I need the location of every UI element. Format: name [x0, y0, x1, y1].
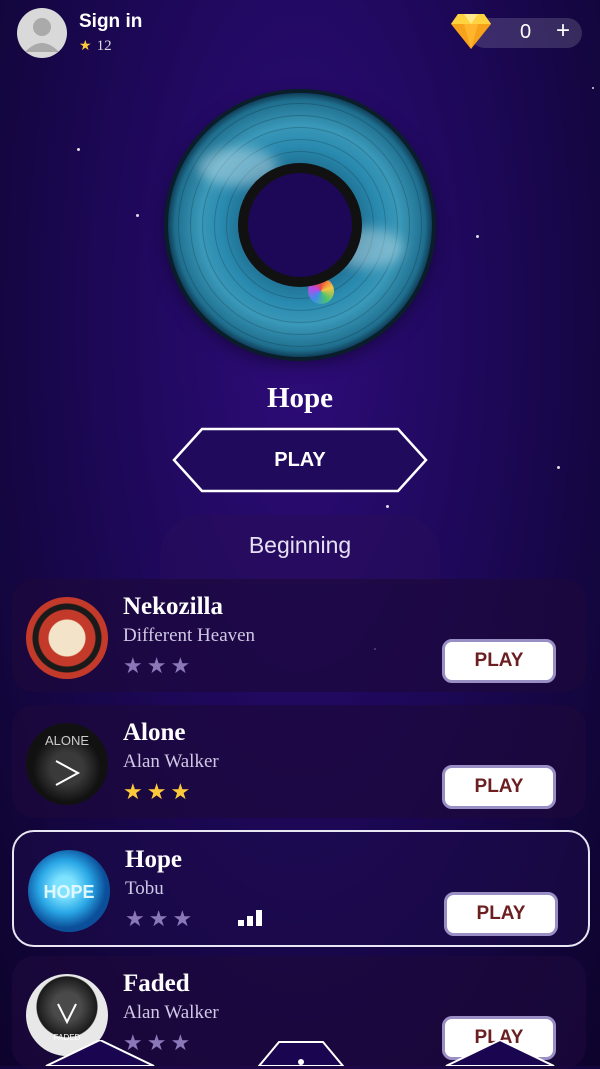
song-cover: [26, 597, 108, 679]
song-title: Hope: [125, 846, 182, 873]
gem-icon: [450, 12, 492, 55]
star-icon: ★: [172, 906, 197, 931]
bars-icon: [238, 906, 268, 926]
balloon-icon: [308, 278, 334, 304]
song-artist: Different Heaven: [123, 625, 256, 646]
album-disc: [168, 93, 432, 357]
star-icon: ★: [148, 906, 173, 931]
nav-tab-home[interactable]: [257, 1040, 345, 1066]
song-cover: HOPE: [28, 850, 110, 932]
song-title: Faded: [123, 970, 190, 997]
svg-text:HOPE: HOPE: [43, 882, 94, 902]
play-button[interactable]: PLAY: [442, 639, 556, 683]
star-rating: ★★★: [123, 653, 194, 679]
avatar-icon: [25, 18, 59, 52]
nav-tab-left[interactable]: [44, 1040, 156, 1066]
star-count: 12: [96, 38, 112, 54]
song-artist: Tobu: [125, 878, 164, 899]
song-cover: ALONE: [26, 723, 108, 805]
star-total: ★ 12: [79, 38, 112, 55]
play-button[interactable]: PLAY: [444, 892, 558, 936]
featured-play-button[interactable]: PLAY: [172, 427, 428, 493]
gem-count: 0: [520, 21, 532, 43]
song-row[interactable]: Nekozilla Different Heaven ★★★ PLAY: [12, 579, 586, 692]
star-icon: ★: [170, 779, 195, 804]
star-icon: ★: [146, 653, 171, 678]
star-icon: ★: [79, 39, 92, 54]
star-icon: ★: [123, 653, 147, 678]
nav-tab-right[interactable]: [444, 1040, 556, 1066]
song-row[interactable]: ALONE Alone Alan Walker ★★★ PLAY: [12, 705, 586, 818]
star-icon: ★: [170, 1030, 195, 1055]
star-rating: ★★★: [125, 906, 196, 932]
song-title: Nekozilla: [123, 593, 223, 620]
svg-text:ALONE: ALONE: [45, 733, 89, 748]
star-icon: ★: [170, 653, 195, 678]
song-artist: Alan Walker: [123, 1002, 219, 1023]
featured-play-label: PLAY: [274, 449, 326, 471]
level-label[interactable]: Beginning: [0, 532, 600, 559]
song-artist: Alan Walker: [123, 751, 219, 772]
star-icon: ★: [146, 779, 171, 804]
song-row-selected[interactable]: HOPE Hope Tobu ★★★ PLAY: [12, 830, 590, 947]
star-icon: ★: [125, 906, 149, 931]
song-title: Alone: [123, 719, 186, 746]
play-button[interactable]: PLAY: [442, 765, 556, 809]
sign-in-link[interactable]: Sign in: [79, 11, 142, 33]
featured-song-title: Hope: [266, 382, 334, 414]
star-icon: ★: [123, 779, 147, 804]
star-rating: ★★★: [123, 779, 194, 805]
add-gems-button[interactable]: +: [556, 17, 570, 45]
avatar[interactable]: [17, 8, 67, 58]
